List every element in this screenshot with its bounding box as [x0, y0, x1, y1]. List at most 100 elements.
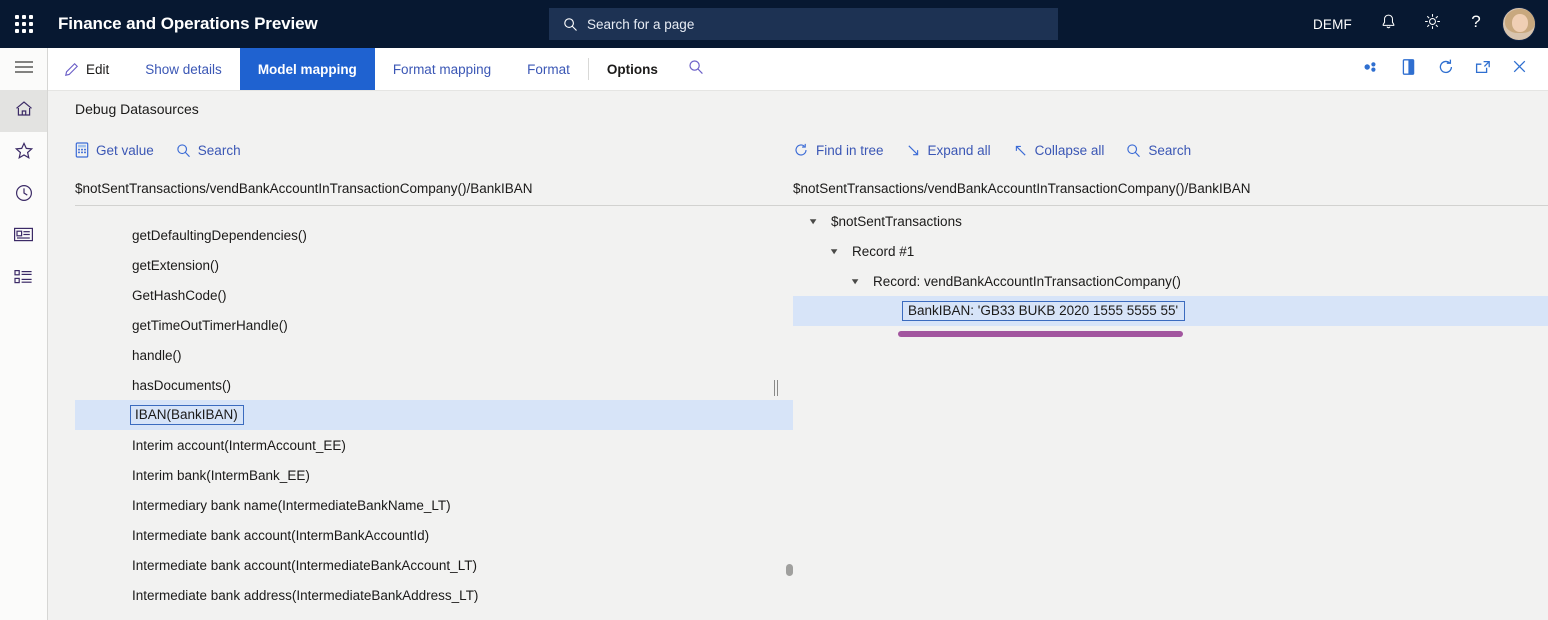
list-scrollbar-thumb[interactable] [786, 564, 793, 576]
tab-edit[interactable]: Edit [48, 48, 127, 90]
calculator-icon [75, 142, 89, 158]
datasources-list[interactable]: getDefaultingDependencies() getExtension… [75, 206, 793, 620]
svg-text:?: ? [1471, 12, 1480, 31]
close-button[interactable] [1501, 48, 1538, 91]
company-selector[interactable]: DEMF [1299, 17, 1366, 32]
refresh-button[interactable] [1427, 48, 1464, 91]
settings-button[interactable] [1410, 0, 1454, 48]
gear-icon [1423, 12, 1442, 36]
datasources-search-button[interactable]: Search [176, 143, 241, 158]
command-bar-search-button[interactable] [676, 48, 716, 90]
list-item-clipped[interactable] [75, 206, 793, 220]
tab-edit-label: Edit [86, 62, 109, 77]
open-in-new-window-button[interactable] [1464, 48, 1501, 91]
search-icon [176, 143, 191, 158]
tab-model-mapping[interactable]: Model mapping [240, 48, 375, 90]
app-launcher-icon [15, 15, 33, 33]
list-item[interactable]: Interim bank(IntermBank_EE) [75, 460, 793, 490]
refresh-circle-icon [793, 142, 809, 158]
tree-panel: Find in tree Expand all Collapse all Sea… [793, 133, 1548, 620]
tree-node-label: Record: vendBankAccountInTransactionComp… [873, 274, 1181, 289]
page-title: Debug Datasources [75, 101, 199, 117]
sidebar-item-menu[interactable] [0, 48, 47, 90]
global-search-placeholder: Search for a page [587, 17, 694, 32]
datasources-path: $notSentTransactions/vendBankAccountInTr… [75, 181, 793, 206]
app-launcher-button[interactable] [0, 0, 48, 48]
expand-all-button[interactable]: Expand all [906, 143, 991, 158]
chevron-down-icon[interactable] [826, 243, 842, 259]
list-item[interactable]: getTimeOutTimerHandle() [75, 310, 793, 340]
tree-node[interactable]: Record #1 [793, 236, 1548, 266]
list-item[interactable]: Intermediate bank address(IntermediateBa… [75, 580, 793, 610]
left-nav-rail [0, 48, 48, 620]
list-item[interactable]: getExtension() [75, 250, 793, 280]
tab-format[interactable]: Format [509, 48, 588, 90]
sidebar-item-favorites[interactable] [0, 132, 47, 174]
top-header-bar: Finance and Operations Preview Search fo… [0, 0, 1548, 48]
annotation-underline [898, 331, 1183, 337]
tree-toolbar: Find in tree Expand all Collapse all Sea… [793, 133, 1548, 167]
star-icon [14, 141, 34, 165]
tree-search-label: Search [1148, 143, 1191, 158]
list-item[interactable]: getDefaultingDependencies() [75, 220, 793, 250]
tree-node-label: Record #1 [852, 244, 914, 259]
attach-icon [1363, 60, 1381, 78]
list-item[interactable]: handle() [75, 340, 793, 370]
collapse-all-label: Collapse all [1035, 143, 1105, 158]
search-icon [688, 59, 704, 80]
tree-search-button[interactable]: Search [1126, 143, 1191, 158]
sidebar-item-workspaces[interactable] [0, 216, 47, 258]
sidebar-item-recent[interactable] [0, 174, 47, 216]
command-bar: Edit Show details Model mapping Format m… [48, 48, 1548, 91]
datasource-tree[interactable]: $notSentTransactions Record #1 Record: v… [793, 206, 1548, 620]
sidebar-item-modules[interactable] [0, 258, 47, 300]
app-title: Finance and Operations Preview [58, 14, 318, 34]
tab-options[interactable]: Options [589, 48, 676, 90]
list-item[interactable]: Interim account(IntermAccount_EE) [75, 430, 793, 460]
open-in-office-button[interactable] [1390, 48, 1427, 91]
list-item[interactable]: Intermediate bank account(IntermBankAcco… [75, 520, 793, 550]
workspace-icon [13, 226, 34, 248]
get-value-button[interactable]: Get value [75, 142, 154, 158]
search-icon [563, 17, 578, 32]
close-icon [1511, 58, 1528, 80]
chevron-down-icon[interactable] [805, 213, 821, 229]
collapse-all-button[interactable]: Collapse all [1013, 143, 1105, 158]
find-in-tree-label: Find in tree [816, 143, 884, 158]
notifications-button[interactable] [1366, 0, 1410, 48]
tree-node[interactable]: Record: vendBankAccountInTransactionComp… [793, 266, 1548, 296]
attachments-button[interactable] [1353, 48, 1390, 91]
chevron-down-icon[interactable] [847, 273, 863, 289]
global-search-box[interactable]: Search for a page [549, 8, 1058, 40]
user-avatar[interactable] [1502, 7, 1536, 41]
datasources-search-label: Search [198, 143, 241, 158]
tree-node-label: $notSentTransactions [831, 214, 962, 229]
sidebar-item-home[interactable] [0, 90, 47, 132]
datasources-toolbar: Get value Search [75, 133, 793, 167]
header-right-group: DEMF ? [1299, 0, 1548, 48]
clock-icon [14, 183, 34, 208]
home-icon [14, 99, 34, 123]
list-item[interactable]: GetHashCode() [75, 280, 793, 310]
tab-format-mapping[interactable]: Format mapping [375, 48, 509, 90]
pencil-icon [64, 62, 79, 77]
tree-node[interactable]: $notSentTransactions [793, 206, 1548, 236]
tab-show-details[interactable]: Show details [127, 48, 240, 90]
list-item-selected-label: IBAN(BankIBAN) [130, 405, 244, 426]
collapse-arrow-icon [1013, 143, 1028, 158]
hamburger-menu-icon [14, 60, 34, 79]
tree-node-selected[interactable]: BankIBAN: 'GB33 BUKB 2020 1555 5555 55' [793, 296, 1548, 326]
command-bar-right-group [1353, 48, 1548, 90]
refresh-icon [1437, 58, 1455, 81]
find-in-tree-button[interactable]: Find in tree [793, 142, 884, 158]
help-button[interactable]: ? [1454, 0, 1498, 48]
get-value-label: Get value [96, 143, 154, 158]
list-item[interactable]: Intermediate bank account(IntermediateBa… [75, 550, 793, 580]
list-item[interactable]: Intermediary bank name(IntermediateBankN… [75, 490, 793, 520]
list-item[interactable]: hasDocuments() [75, 370, 793, 400]
expand-arrow-icon [906, 143, 921, 158]
list-item-selected[interactable]: IBAN(BankIBAN) [75, 400, 793, 430]
expand-all-label: Expand all [928, 143, 991, 158]
panel-splitter-handle[interactable] [773, 380, 779, 396]
office-export-icon [1401, 58, 1416, 81]
